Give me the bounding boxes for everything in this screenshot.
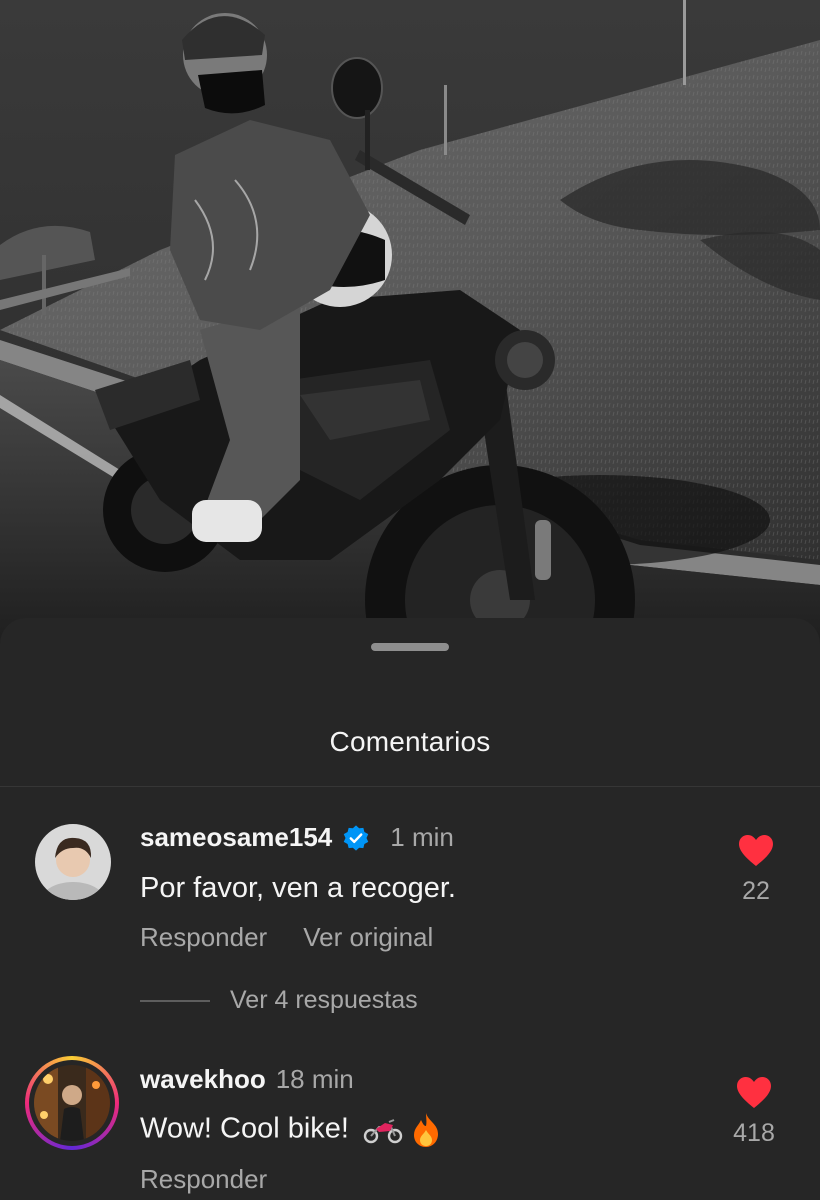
like-column: 22 [726, 834, 786, 906]
view-replies-button[interactable]: Ver 4 respuestas [140, 986, 418, 1015]
like-column: 418 [724, 1076, 784, 1148]
sheet-title: Comentarios [329, 726, 491, 757]
reply-button[interactable]: Responder [140, 1164, 267, 1195]
replies-divider [140, 999, 210, 1002]
comment-text: Por favor, ven a recoger. [140, 872, 456, 904]
reply-button[interactable]: Responder [140, 922, 267, 953]
avatar[interactable] [35, 824, 111, 900]
story-ring[interactable] [25, 1056, 119, 1150]
comments-sheet: Comentarios sameosame154 1 min Por favor… [0, 618, 820, 1200]
app-screen: Comentarios sameosame154 1 min Por favor… [0, 0, 820, 1200]
heart-icon[interactable] [736, 1076, 772, 1109]
like-count: 22 [742, 877, 770, 905]
comment-actions: Responder Ver original [140, 922, 433, 953]
like-count: 418 [733, 1119, 775, 1147]
drag-handle[interactable] [371, 643, 449, 651]
comment-text-line: Wow! Cool bike! [140, 1112, 441, 1148]
post-photo[interactable] [0, 0, 820, 650]
fire-emoji-icon [414, 1113, 439, 1147]
see-original-button[interactable]: Ver original [303, 922, 433, 953]
username[interactable]: wavekhoo [140, 1064, 266, 1095]
story-ring-gap [29, 1060, 115, 1146]
motorcycle-emoji-icon [363, 1119, 403, 1144]
comment-text: Wow! Cool bike! [140, 1112, 349, 1145]
timestamp: 1 min [390, 822, 454, 852]
comment-header: sameosame154 1 min [140, 822, 454, 853]
title-divider [0, 786, 820, 787]
avatar[interactable] [34, 1065, 110, 1141]
timestamp: 18 min [275, 1064, 354, 1094]
verified-badge-icon [344, 824, 369, 851]
comment-header: wavekhoo 18 min [140, 1064, 354, 1095]
view-replies-label: Ver 4 respuestas [230, 986, 418, 1014]
comment-actions: Responder [140, 1164, 267, 1195]
heart-icon[interactable] [738, 834, 774, 867]
username[interactable]: sameosame154 [140, 822, 332, 853]
